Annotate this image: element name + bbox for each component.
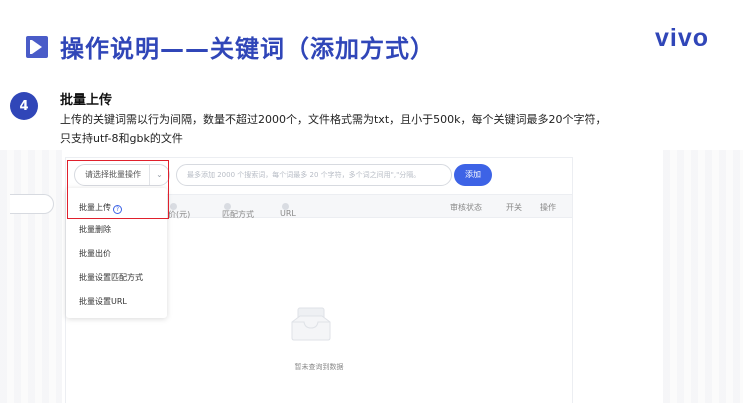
step-description-line-1: 上传的关键词需以行为间隔，数量不超过2000个，文件格式需为txt，且小于500…	[60, 113, 607, 126]
menu-item-batch-bid[interactable]: 批量出价	[79, 248, 111, 259]
background-decoration-left	[0, 150, 62, 403]
step-description-line-2: 只支持utf-8和gbk的文件	[60, 132, 183, 145]
step-number-badge: 4	[10, 92, 38, 120]
empty-tray-icon	[291, 307, 331, 341]
column-action: 操作	[540, 203, 556, 212]
menu-item-batch-delete[interactable]: 批量删除	[79, 224, 111, 235]
column-switch: 开关	[506, 203, 522, 212]
keyword-input[interactable]: 最多添加 2000 个搜索词，每个词最多 20 个字符，多个词之间用","分隔。	[176, 164, 452, 186]
highlight-annotation-box	[67, 160, 169, 219]
menu-item-batch-match-type[interactable]: 批量设置匹配方式	[79, 272, 143, 283]
background-decoration-right	[663, 150, 743, 403]
column-url: URL	[280, 202, 296, 218]
column-review-status: 审核状态	[450, 203, 482, 212]
play-bar-icon	[26, 36, 48, 58]
empty-state-text: 暂未查询到数据	[294, 363, 344, 371]
step-title: 批量上传	[60, 93, 113, 108]
vivo-logo: vivo	[654, 24, 709, 52]
menu-item-batch-url[interactable]: 批量设置URL	[79, 296, 127, 307]
slide-title: 操作说明——关键词（添加方式）	[60, 35, 435, 63]
add-button[interactable]: 添加	[454, 164, 492, 186]
step-description: 上传的关键词需以行为间隔，数量不超过2000个，文件格式需为txt，且小于500…	[60, 110, 660, 148]
column-match: 匹配方式	[222, 202, 254, 219]
cut-off-input	[10, 194, 54, 214]
column-bid: 价(元)	[168, 202, 190, 219]
